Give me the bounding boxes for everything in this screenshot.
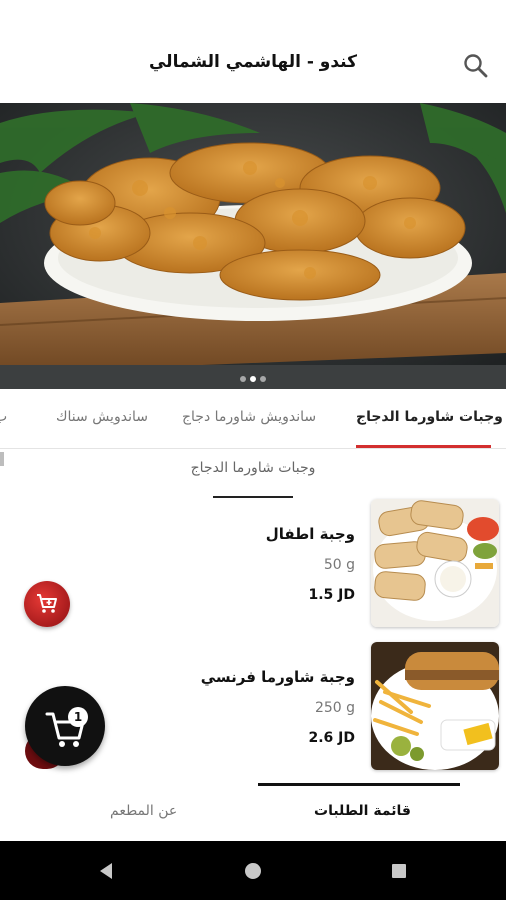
system-nav-bar: [0, 841, 506, 900]
tab-chicken-shawarma-meals[interactable]: وجبات شاورما الدجاج: [356, 409, 503, 425]
section-title: وجبات شاورما الدجاج: [190, 460, 316, 476]
carousel-dot[interactable]: [240, 376, 246, 382]
item-name: وجبة اطفال: [265, 525, 355, 543]
tab-about-restaurant[interactable]: عن المطعم: [110, 803, 177, 819]
shopping-cart-icon: [45, 712, 85, 747]
carousel-dot-active[interactable]: [250, 376, 256, 382]
hero-image: [0, 103, 506, 389]
active-tab-indicator: [356, 445, 491, 448]
bottom-tab-indicator: [258, 783, 460, 786]
nav-home-icon[interactable]: [223, 841, 283, 900]
add-cart-icon: [37, 594, 57, 613]
add-to-cart-button[interactable]: [24, 581, 70, 627]
carousel-indicator[interactable]: [240, 376, 266, 382]
carousel-dot[interactable]: [260, 376, 266, 382]
category-tabs: وجبات شاورما الدجاج ساندويش شاورما دجاج …: [0, 389, 506, 449]
bottom-tabs: قائمة الطلبات عن المطعم: [0, 783, 506, 841]
item-weight: 250 g: [314, 700, 355, 716]
page-title: كندو - الهاشمي الشمالي: [148, 52, 358, 72]
cart-button[interactable]: [25, 686, 105, 766]
item-image: [371, 499, 499, 627]
tab-orders-list[interactable]: قائمة الطلبات: [314, 803, 411, 819]
item-price: 1.5 JD: [308, 587, 355, 603]
app-bar: كندو - الهاشمي الشمالي: [0, 0, 506, 103]
search-icon[interactable]: [462, 52, 490, 80]
tab-snack-sandwich[interactable]: ساندويش سناك: [56, 409, 148, 425]
item-price: 2.6 JD: [308, 730, 355, 746]
nav-recents-icon[interactable]: [369, 841, 429, 900]
item-name: وجبة شاورما فرنسي: [200, 668, 355, 686]
cart-count-badge: 1: [68, 707, 88, 727]
nav-back-icon[interactable]: [76, 841, 136, 900]
tab-overflow[interactable]: ب: [0, 409, 7, 425]
item-image: [371, 642, 499, 770]
section-divider: [213, 496, 293, 498]
tab-chicken-shawarma-sandwich[interactable]: ساندويش شاورما دجاج: [182, 409, 316, 425]
hero-banner[interactable]: [0, 103, 506, 389]
menu-item[interactable]: وجبة اطفال 50 g 1.5 JD: [0, 499, 506, 629]
item-weight: 50 g: [323, 557, 355, 573]
